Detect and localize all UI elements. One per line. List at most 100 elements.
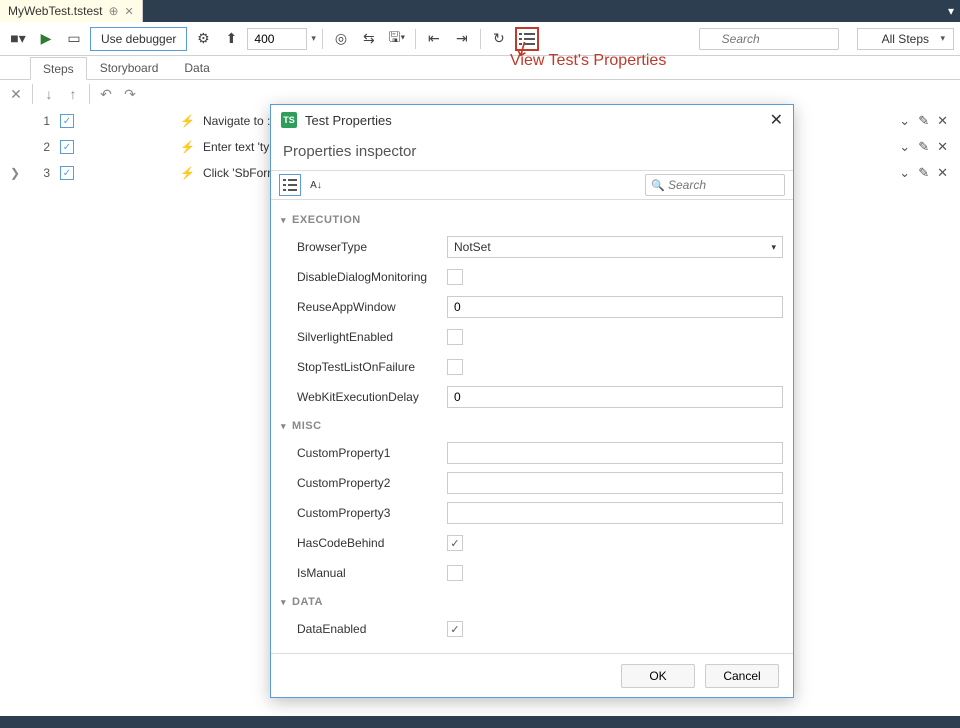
lightning-icon: ⚡ [180, 166, 195, 180]
dialog-subtitle: Properties inspector [271, 135, 793, 170]
delete-step-icon[interactable]: ✕ [937, 139, 948, 155]
delete-step-icon[interactable]: ✕ [6, 84, 26, 104]
outdent-icon[interactable]: ⇤ [422, 27, 446, 51]
close-dialog-icon[interactable]: ✕ [770, 110, 783, 130]
prop-row-silverlight: SilverlightEnabled [281, 322, 783, 352]
prop-label: CustomProperty3 [297, 506, 447, 520]
debugger-dropdown[interactable]: Use debugger [90, 27, 187, 51]
prop-label: DataEnabled [297, 622, 447, 636]
search-input[interactable] [699, 28, 839, 50]
stoptestlist-checkbox[interactable] [447, 359, 463, 375]
active-tab[interactable]: MyWebTest.tstest ⊕ ✕ [0, 0, 143, 22]
custom1-input[interactable] [447, 442, 783, 464]
chevron-down-icon[interactable]: ⌄ [899, 113, 910, 129]
delete-step-icon[interactable]: ✕ [937, 165, 948, 181]
tabstrip-menu-icon[interactable]: ▾ [942, 0, 960, 22]
alphabetical-view-icon[interactable]: A↓ [305, 174, 327, 196]
dialog-title: Test Properties [305, 113, 392, 128]
prop-label: DisableDialogMonitoring [297, 270, 447, 284]
play-button[interactable]: ▶ [34, 27, 58, 51]
prop-row-custom1: CustomProperty1 [281, 438, 783, 468]
hascodebehind-checkbox[interactable]: ✓ [447, 535, 463, 551]
enable-step-checkbox[interactable]: ✓ [60, 166, 74, 180]
chevron-down-icon[interactable]: ⌄ [899, 139, 910, 155]
edit-step-icon[interactable]: ✎ [918, 165, 929, 181]
category-misc[interactable]: ▾MISC [281, 412, 783, 438]
status-bar [0, 716, 960, 728]
prop-row-stoptestlist: StopTestListOnFailure [281, 352, 783, 382]
delay-input[interactable] [247, 28, 307, 50]
dataenabled-checkbox[interactable]: ✓ [447, 621, 463, 637]
properties-toolbar: A↓ [271, 170, 793, 200]
silverlight-checkbox[interactable] [447, 329, 463, 345]
prop-label: CustomProperty2 [297, 476, 447, 490]
redo-icon[interactable]: ↷ [120, 84, 140, 104]
prop-row-ismanual: IsManual [281, 558, 783, 588]
test-properties-button[interactable] [515, 27, 539, 51]
custom2-input[interactable] [447, 472, 783, 494]
step-description: Navigate to : [203, 114, 270, 128]
prop-row-reuseapp: ReuseAppWindow [281, 292, 783, 322]
pin-icon[interactable]: ⊕ [108, 4, 118, 18]
test-properties-dialog: TS Test Properties ✕ Properties inspecto… [270, 104, 794, 698]
prop-label: SilverlightEnabled [297, 330, 447, 344]
upload-icon[interactable]: ⬆ [219, 27, 243, 51]
undo-icon[interactable]: ↶ [96, 84, 116, 104]
tab-steps[interactable]: Steps [30, 57, 87, 80]
delete-step-icon[interactable]: ✕ [937, 113, 948, 129]
enable-step-checkbox[interactable]: ✓ [60, 140, 74, 154]
indent-icon[interactable]: ⇥ [450, 27, 474, 51]
close-tab-icon[interactable]: ✕ [125, 5, 134, 18]
ok-button[interactable]: OK [621, 664, 695, 688]
expand-step-icon[interactable]: ❯ [0, 166, 30, 180]
category-execution[interactable]: ▾EXECUTION [281, 206, 783, 232]
all-steps-label: All Steps [882, 32, 929, 46]
categorized-view-icon[interactable] [279, 174, 301, 196]
gear-icon[interactable]: ⚙ [191, 27, 215, 51]
row-number: 3 [30, 166, 54, 180]
row-number: 2 [30, 140, 54, 154]
browser-button[interactable]: ▭ [62, 27, 86, 51]
dialog-titlebar: TS Test Properties ✕ [271, 105, 793, 135]
document-tabstrip: MyWebTest.tstest ⊕ ✕ ▾ [0, 0, 960, 22]
disabledialog-checkbox[interactable] [447, 269, 463, 285]
edit-step-icon[interactable]: ✎ [918, 139, 929, 155]
enable-step-checkbox[interactable]: ✓ [60, 114, 74, 128]
prop-label: HasCodeBehind [297, 536, 447, 550]
reuseapp-input[interactable] [447, 296, 783, 318]
chevron-down-icon[interactable]: ⌄ [899, 165, 910, 181]
target-icon[interactable]: ◎ [329, 27, 353, 51]
properties-search-input[interactable] [645, 174, 785, 196]
step-description: Click 'SbForm [203, 166, 277, 180]
move-up-icon[interactable]: ↑ [63, 84, 83, 104]
all-steps-dropdown[interactable]: All Steps [857, 28, 954, 50]
view-tabs: Steps Storyboard Data [0, 56, 960, 80]
edit-step-icon[interactable]: ✎ [918, 113, 929, 129]
tab-data[interactable]: Data [171, 56, 222, 79]
cancel-button[interactable]: Cancel [705, 664, 779, 688]
prop-label: CustomProperty1 [297, 446, 447, 460]
prop-row-custom3: CustomProperty3 [281, 498, 783, 528]
prop-label: WebKitExecutionDelay [297, 390, 447, 404]
prop-row-disabledialog: DisableDialogMonitoring [281, 262, 783, 292]
prop-row-webkit: WebKitExecutionDelay [281, 382, 783, 412]
lightning-icon: ⚡ [180, 114, 195, 128]
refresh-nodes-icon[interactable]: ⇆ [357, 27, 381, 51]
test-badge-icon: TS [281, 112, 297, 128]
prop-row-hascodebehind: HasCodeBehind ✓ [281, 528, 783, 558]
ismanual-checkbox[interactable] [447, 565, 463, 581]
lightning-icon: ⚡ [180, 140, 195, 154]
custom3-input[interactable] [447, 502, 783, 524]
delay-caret-icon[interactable]: ▾ [311, 33, 316, 44]
record-button[interactable]: ■▾ [6, 27, 30, 51]
main-toolbar: ■▾ ▶ ▭ Use debugger ⚙ ⬆ ▾ ◎ ⇆ 🖫▾ ⇤ ⇥ ↻ A… [0, 22, 960, 56]
browsertype-select[interactable]: NotSet [447, 236, 783, 258]
reload-icon[interactable]: ↻ [487, 27, 511, 51]
move-down-icon[interactable]: ↓ [39, 84, 59, 104]
prop-row-custom2: CustomProperty2 [281, 468, 783, 498]
category-data[interactable]: ▾DATA [281, 588, 783, 614]
tab-storyboard[interactable]: Storyboard [87, 56, 172, 79]
webkit-input[interactable] [447, 386, 783, 408]
disk-icon[interactable]: 🖫▾ [385, 27, 409, 51]
step-description: Enter text 'typ [203, 140, 276, 154]
